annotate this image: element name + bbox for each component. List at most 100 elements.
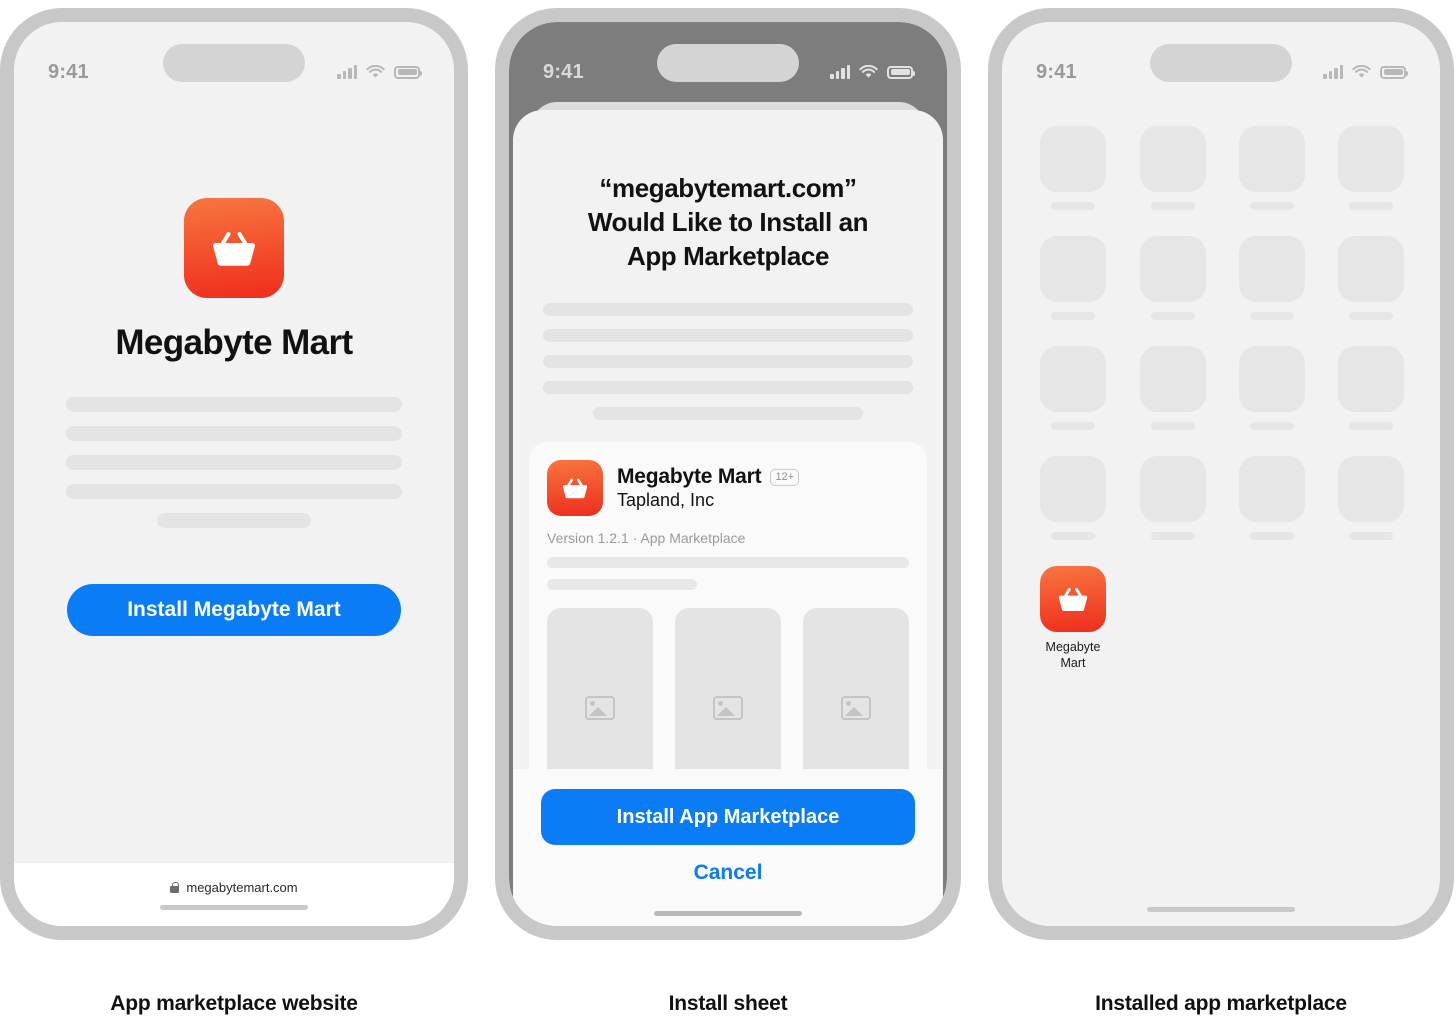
app-icon-placeholder [1140,456,1207,522]
app-info-header: Megabyte Mart 12+ Tapland, Inc [547,460,909,517]
wifi-icon [366,64,385,79]
installed-app-megabyte-mart[interactable]: Megabyte Mart [1036,566,1110,671]
url-display[interactable]: megabytemart.com [170,879,298,895]
app-icon-placeholder [1040,346,1106,412]
skeleton-line [593,407,863,421]
image-placeholder-icon [585,696,615,721]
phone1-screen: 9:41 Megabyte Mart Install Megabyte Mart… [14,22,454,926]
home-indicator[interactable] [160,904,308,910]
browser-url-bar[interactable]: megabytemart.com [14,862,454,926]
home-screen-app-placeholder[interactable] [1335,126,1406,210]
home-screen-app-placeholder[interactable] [1036,126,1110,210]
sheet-heading-line-2: Would Like to Install an [587,206,869,237]
cancel-button[interactable]: Cancel [694,861,763,885]
app-screenshot-placeholder[interactable] [547,608,653,769]
install-megabyte-mart-button[interactable]: Install Megabyte Mart [67,584,401,636]
skeleton-line [66,397,402,412]
home-screen-app-placeholder[interactable] [1335,236,1406,320]
app-label-placeholder [1348,312,1393,320]
home-indicator[interactable] [1147,907,1295,912]
status-bar: 9:41 [1002,22,1440,96]
home-screen-app-grid[interactable]: Megabyte Mart [1036,126,1406,671]
home-screen-app-placeholder[interactable] [1335,456,1406,540]
phone-app-marketplace-website: 9:41 Megabyte Mart Install Megabyte Mart… [0,8,468,940]
caption-phone1: App marketplace website [110,992,358,1015]
home-screen-app-placeholder[interactable] [1138,346,1209,430]
phone2-screen: 9:41 “megabytemart.com” Would Like to In… [509,22,947,926]
home-screen-app-placeholder[interactable] [1237,236,1308,320]
image-placeholder-icon [841,696,871,721]
sheet-action-area: Install App Marketplace Cancel [513,769,943,926]
battery-icon [394,65,422,79]
home-screen-app-placeholder[interactable] [1036,346,1110,430]
app-label-placeholder [1151,532,1196,540]
home-screen-app-placeholder[interactable] [1237,346,1308,430]
status-icons [830,64,915,79]
app-icon-placeholder [1238,126,1305,192]
status-icons [337,64,422,79]
url-text: megabytemart.com [186,879,298,895]
wifi-icon [859,64,878,79]
age-rating-badge: 12+ [770,468,800,486]
status-time: 9:41 [543,60,584,83]
app-icon-placeholder [1140,346,1207,412]
app-screenshot-gallery[interactable] [547,608,909,769]
skeleton-line [157,513,311,528]
sheet-heading: “megabytemart.com” Would Like to Install… [529,172,927,273]
status-time: 9:41 [48,60,89,83]
app-label-placeholder [1151,422,1196,430]
sheet-scroll-area[interactable]: “megabytemart.com” Would Like to Install… [513,110,943,769]
home-screen-app-placeholder[interactable] [1237,126,1308,210]
app-icon-placeholder [1238,456,1305,522]
home-indicator[interactable] [654,911,802,916]
app-label-placeholder [1051,312,1095,320]
skeleton-line [543,329,913,343]
skeleton-line [547,579,697,591]
home-screen-app-placeholder[interactable] [1138,236,1209,320]
caption-phone3: Installed app marketplace [1095,992,1347,1015]
image-placeholder-icon [713,696,743,721]
skeleton-text-block [66,397,402,528]
app-icon-placeholder [1040,126,1106,192]
home-screen-app-placeholder[interactable]: Megabyte Mart [1036,566,1110,671]
phone3-screen: 9:41 Megabyte Mart [1002,22,1440,926]
home-screen-app-placeholder[interactable] [1036,236,1110,320]
app-label-placeholder [1249,422,1294,430]
skeleton-line [66,426,402,441]
app-name: Megabyte Mart [617,465,762,489]
app-icon[interactable] [1040,566,1106,632]
app-screenshot-placeholder[interactable] [803,608,909,769]
sheet-heading-line-1: “megabytemart.com” [599,173,857,203]
app-label-placeholder [1051,202,1095,210]
shopping-basket-icon [1058,588,1088,611]
skeleton-line [547,557,909,569]
app-icon-placeholder [1337,346,1404,412]
sheet-heading-line-3: App Marketplace [626,240,830,271]
app-icon-placeholder [1140,126,1207,192]
app-icon-placeholder [1040,236,1106,302]
skeleton-text-block [529,303,927,421]
home-screen-app-placeholder[interactable] [1036,456,1110,540]
cellular-signal-icon [1323,65,1343,79]
home-screen-app-placeholder[interactable] [1138,456,1209,540]
home-screen-app-placeholder[interactable] [1138,126,1209,210]
app-label-line2: Mart [1060,655,1086,670]
skeleton-line [66,484,402,499]
app-icon-placeholder [1040,456,1106,522]
app-name-row: Megabyte Mart 12+ [617,465,800,489]
app-label-placeholder [1151,202,1196,210]
skeleton-line [543,355,913,369]
skeleton-line [543,303,913,317]
app-icon [547,460,603,517]
install-app-marketplace-button[interactable]: Install App Marketplace [541,789,915,845]
home-screen-app-placeholder[interactable] [1335,346,1406,430]
cellular-signal-icon [337,65,357,79]
app-label-placeholder [1051,422,1095,430]
battery-icon [1380,65,1408,79]
phone-install-sheet: 9:41 “megabytemart.com” Would Like to In… [495,8,961,940]
cellular-signal-icon [830,65,850,79]
home-screen-app-placeholder[interactable] [1237,456,1308,540]
app-screenshot-placeholder[interactable] [675,608,781,769]
status-icons [1323,64,1408,79]
skeleton-line [66,455,402,470]
